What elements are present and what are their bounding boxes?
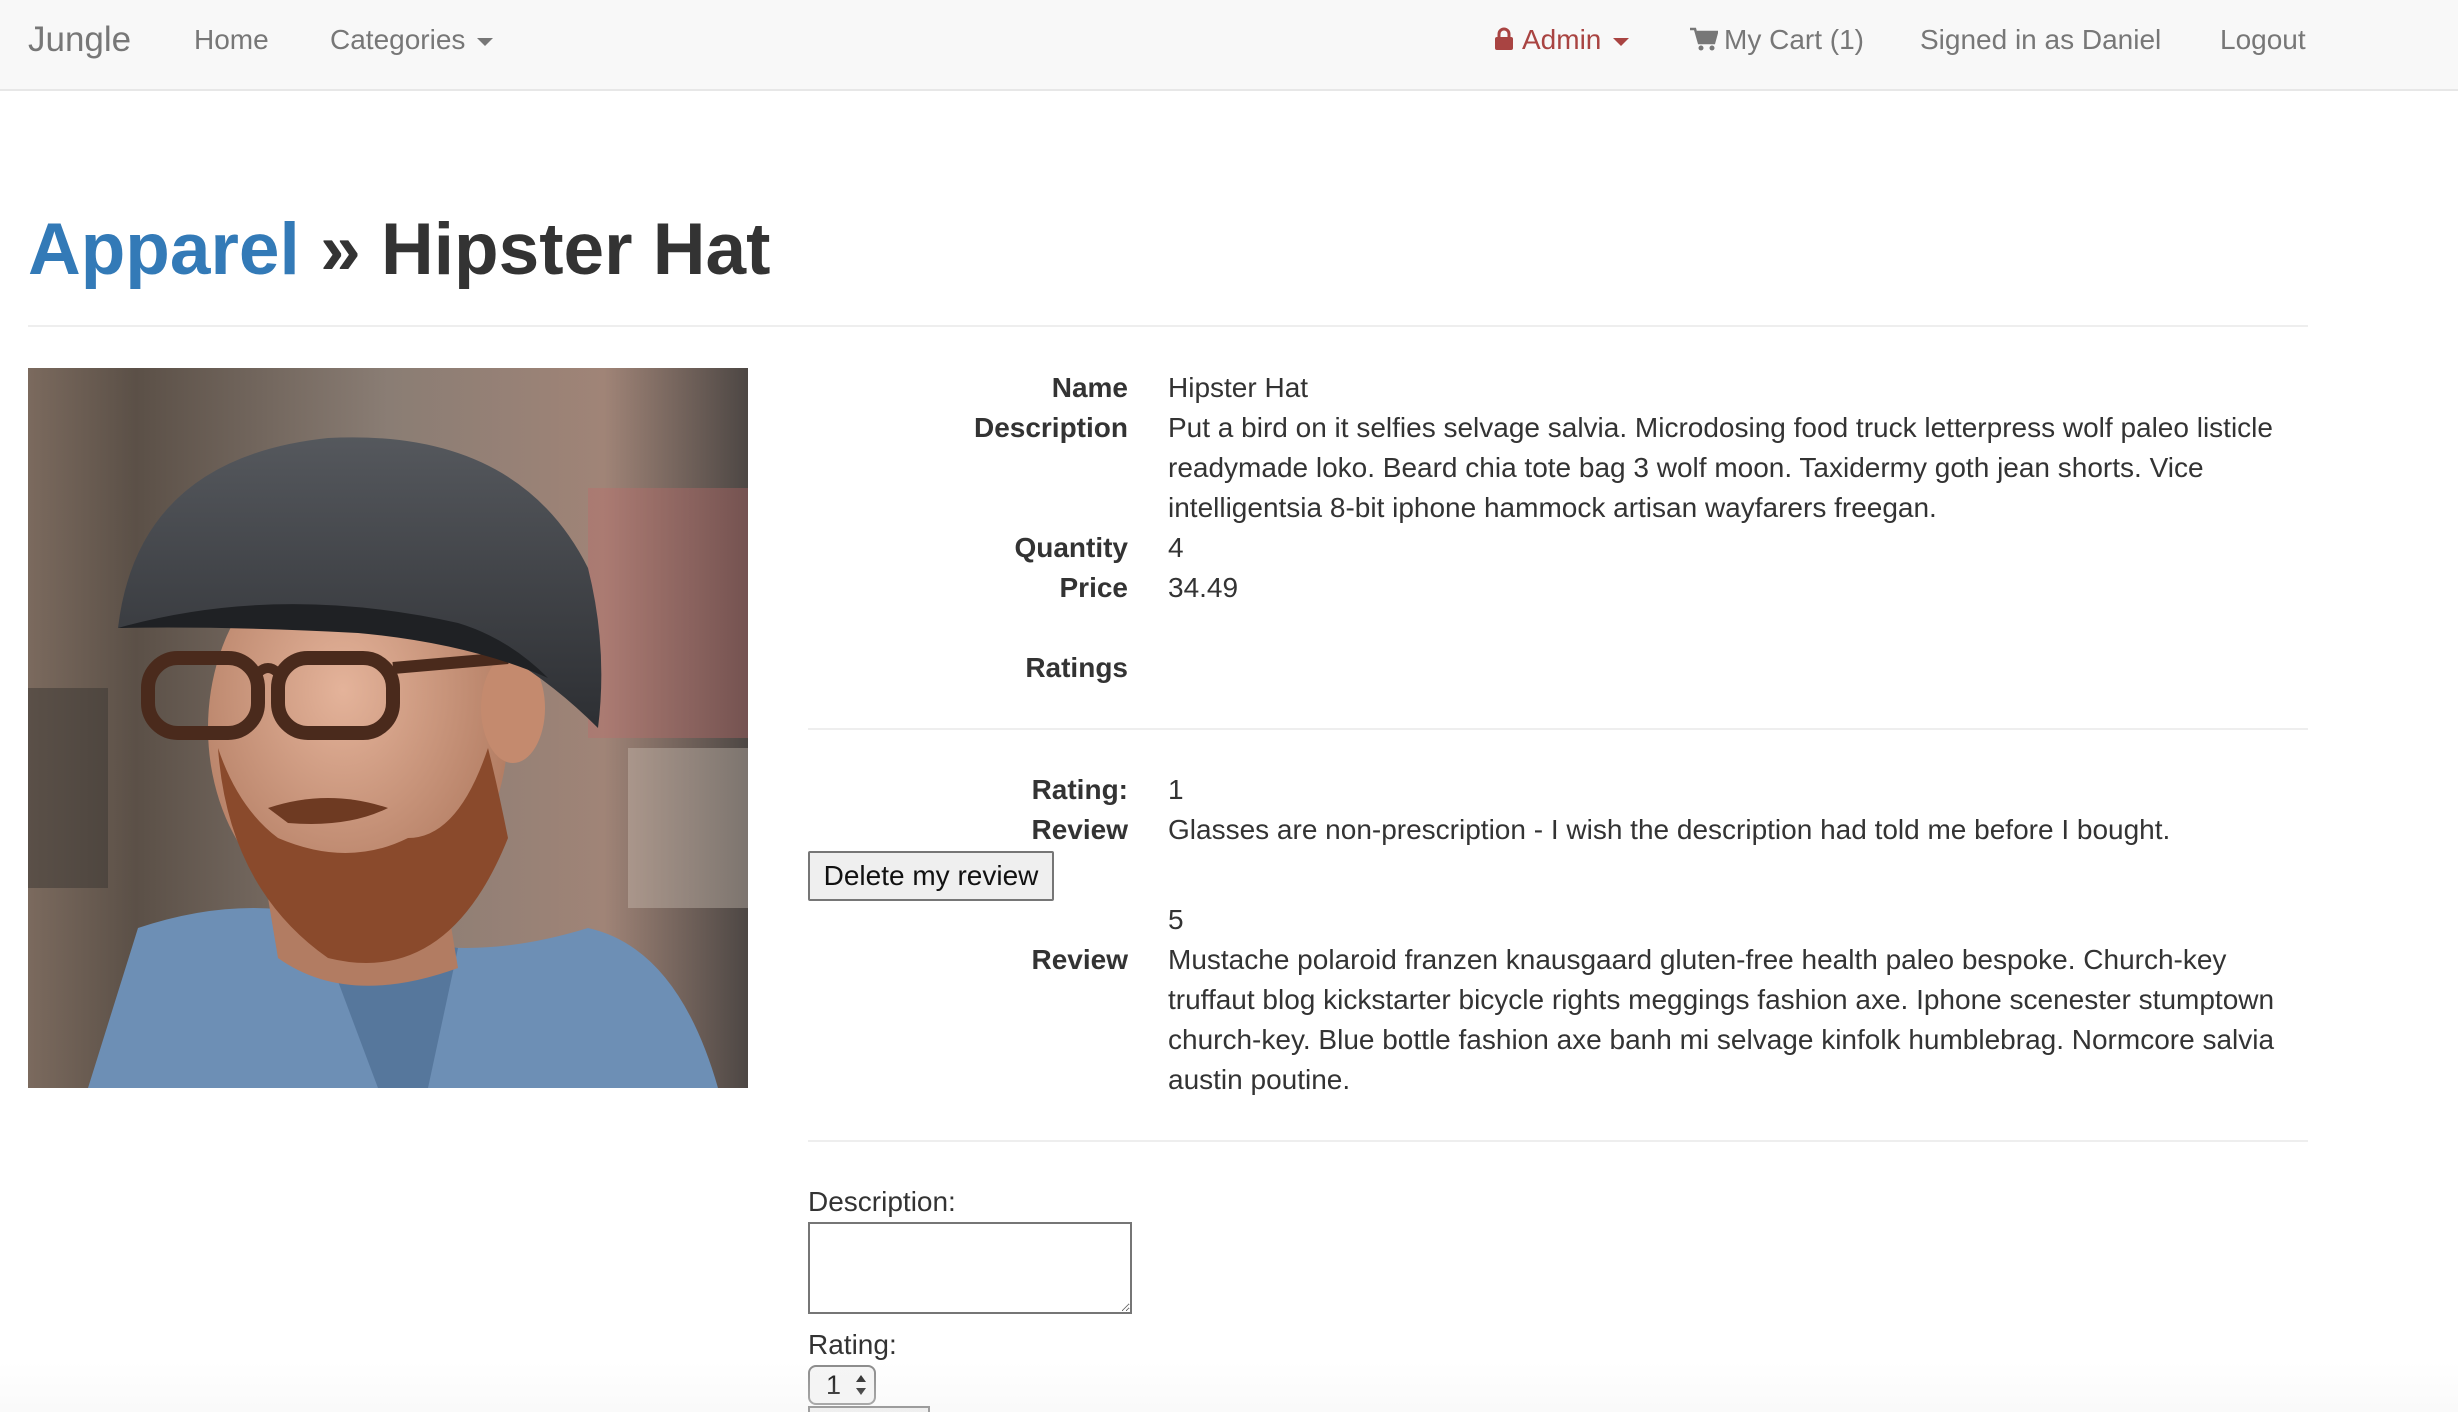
page-title: Apparel » Hipster Hat <box>28 205 770 295</box>
signed-in-user[interactable]: Signed in as Daniel <box>1920 0 2161 80</box>
review-text: Glasses are non-prescription - I wish th… <box>1168 814 2171 845</box>
header-divider <box>28 325 2308 327</box>
quantity-label: Quantity <box>1014 532 1128 563</box>
ratings-divider <box>808 728 2308 730</box>
review-rating-value: 5 <box>1168 904 1184 935</box>
logout-link[interactable]: Logout <box>2220 0 2306 80</box>
nav-cart-label: My Cart (1) <box>1724 24 1864 55</box>
reviews-divider <box>808 1140 2308 1142</box>
chevron-down-icon <box>1613 37 1630 46</box>
cart-icon <box>1690 27 1718 51</box>
submit-review-button[interactable] <box>808 1406 930 1412</box>
product-image <box>28 368 748 1088</box>
rating-select[interactable]: 1 <box>808 1365 876 1405</box>
nav-categories-label: Categories <box>330 24 466 55</box>
ratings-label: Ratings <box>1025 652 1128 683</box>
product-description: Put a bird on it selfies selvage salvia.… <box>1168 412 2273 523</box>
review-description-label: Description: <box>808 1186 956 1217</box>
nav-cart-link[interactable]: My Cart (1) <box>1690 0 1864 80</box>
product-title: Hipster Hat <box>381 209 771 290</box>
product-name: Hipster Hat <box>1168 372 1309 403</box>
brand-link[interactable]: Jungle <box>28 0 131 80</box>
nav-admin-label: Admin <box>1522 24 1602 55</box>
delete-review-button[interactable]: Delete my review <box>808 851 1054 901</box>
review-label: Review <box>1031 944 1129 975</box>
select-arrows-icon <box>856 1375 866 1395</box>
name-label: Name <box>1051 372 1128 403</box>
scroll-fade-overlay <box>0 1362 2458 1412</box>
top-navbar: Jungle Home Categories Admin My Cart (1)… <box>0 0 2458 91</box>
nav-categories-dropdown[interactable]: Categories <box>330 0 494 80</box>
lock-icon <box>1495 27 1513 50</box>
chevron-down-icon <box>477 37 494 46</box>
review-description-textarea[interactable] <box>808 1222 1132 1314</box>
review-rating-label: Rating: <box>1031 774 1128 805</box>
nav-admin-dropdown[interactable]: Admin <box>1494 0 1630 80</box>
nav-home-link[interactable]: Home <box>194 0 269 80</box>
product-quantity: 4 <box>1168 532 1184 563</box>
product-price: 34.49 <box>1168 572 1239 603</box>
review-label: Review <box>1031 814 1129 845</box>
review-text: Mustache polaroid franzen knausgaard glu… <box>1168 944 2275 1095</box>
price-label: Price <box>1059 572 1129 603</box>
description-label: Description <box>973 412 1128 443</box>
breadcrumb-separator: » <box>320 209 361 290</box>
review-rating-form-label: Rating: <box>808 1329 897 1360</box>
rating-select-value: 1 <box>826 1370 842 1400</box>
review-rating-value: 1 <box>1168 774 1184 805</box>
category-breadcrumb-link[interactable]: Apparel <box>28 209 300 290</box>
product-photo-illustration <box>28 368 748 1088</box>
